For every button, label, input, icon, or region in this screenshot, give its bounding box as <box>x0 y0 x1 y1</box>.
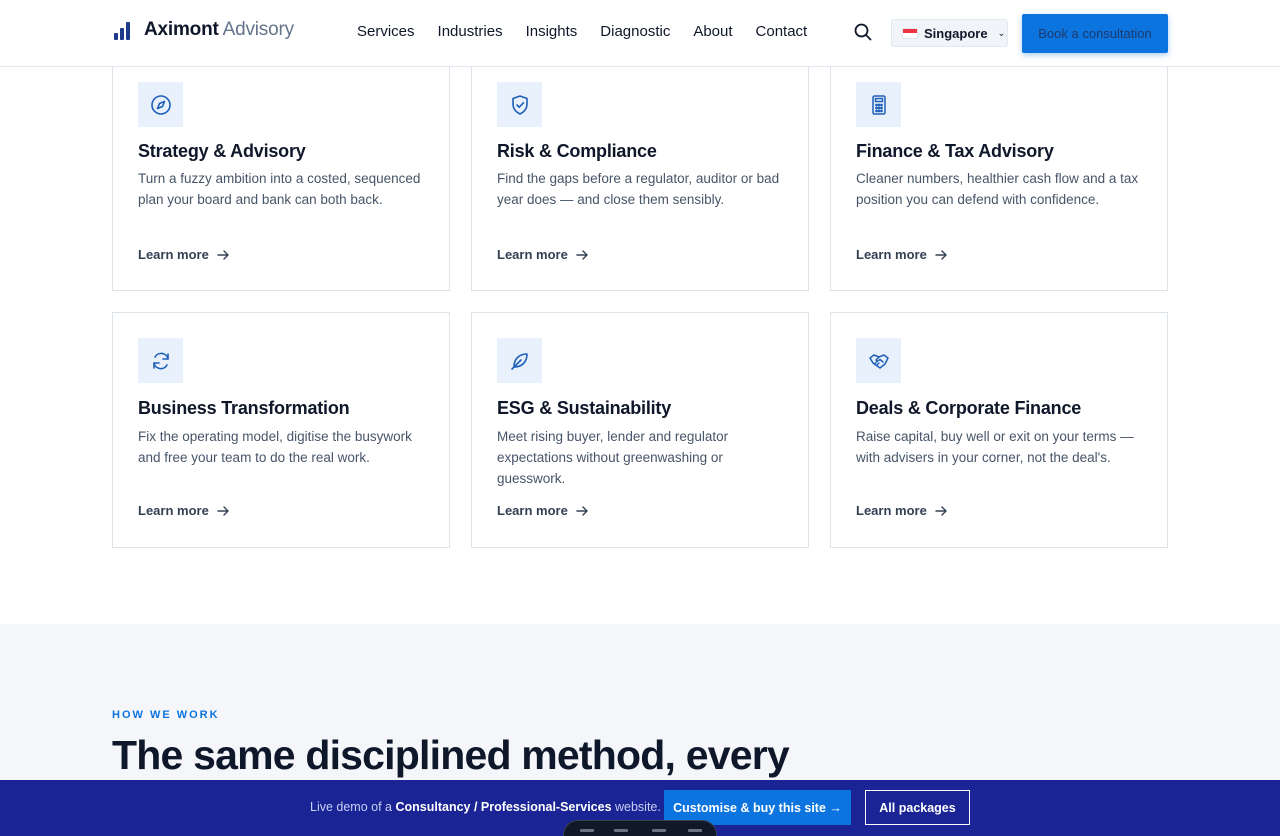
brand-light: Advisory <box>222 19 294 40</box>
learn-more-link[interactable]: Learn more <box>138 247 229 262</box>
learn-more-link[interactable]: Learn more <box>138 503 229 518</box>
section-heading: The same disciplined method, every <box>112 732 790 778</box>
service-card-strategy: Strategy & Advisory Turn a fuzzy ambitio… <box>112 56 450 291</box>
nav-diagnostic[interactable]: Diagnostic <box>600 23 670 40</box>
chevron-down-icon: ⌄ <box>997 27 1006 38</box>
compass-icon <box>138 82 183 127</box>
region-selector[interactable]: Singapore ⌄ <box>891 19 1008 47</box>
card-description: Cleaner numbers, healthier cash flow and… <box>856 171 1139 207</box>
banner-msg-suffix: website. <box>611 800 661 814</box>
card-description: Fix the operating model, digitise the bu… <box>138 429 412 465</box>
shield-check-icon <box>497 82 542 127</box>
calculator-icon <box>856 82 901 127</box>
service-card-finance: Finance & Tax Advisory Cleaner numbers, … <box>830 56 1168 291</box>
nav-contact[interactable]: Contact <box>756 23 808 40</box>
brand-logo[interactable]: Aximont Advisory <box>112 19 294 41</box>
service-card-deals: Deals & Corporate Finance Raise capital,… <box>830 312 1168 548</box>
learn-more-label: Learn more <box>497 247 568 262</box>
toolbar-item[interactable] <box>614 829 628 832</box>
handshake-icon <box>856 338 901 383</box>
search-icon <box>854 23 872 41</box>
card-description: Turn a fuzzy ambition into a costed, seq… <box>138 171 421 207</box>
leaf-icon <box>497 338 542 383</box>
arrow-right-icon <box>935 505 947 516</box>
card-title: Strategy & Advisory <box>138 141 306 161</box>
card-title: Risk & Compliance <box>497 141 657 161</box>
brand-strong: Aximont <box>144 19 219 40</box>
learn-more-label: Learn more <box>856 247 927 262</box>
card-description: Raise capital, buy well or exit on your … <box>856 429 1134 465</box>
nav-insights[interactable]: Insights <box>526 23 578 40</box>
card-title: Business Transformation <box>138 398 350 418</box>
nav-industries[interactable]: Industries <box>438 23 503 40</box>
section-eyebrow: HOW WE WORK <box>112 709 220 721</box>
book-consultation-button[interactable]: Book a consultation <box>1022 14 1168 53</box>
banner-message: Live demo of a Consultancy / Professiona… <box>310 800 661 814</box>
card-title: Deals & Corporate Finance <box>856 398 1082 418</box>
arrow-right-icon <box>576 505 588 516</box>
service-card-esg: ESG & Sustainability Meet rising buyer, … <box>471 312 809 548</box>
singapore-flag-icon <box>902 27 918 39</box>
brand-name: Aximont Advisory <box>144 19 294 41</box>
arrow-right-icon <box>217 249 229 260</box>
card-title: Finance & Tax Advisory <box>856 141 1054 161</box>
card-description: Meet rising buyer, lender and regulator … <box>497 429 729 486</box>
main-nav: Services Industries Insights Diagnostic … <box>357 23 807 40</box>
learn-more-link[interactable]: Learn more <box>497 247 588 262</box>
region-label: Singapore <box>924 25 988 41</box>
card-description: Find the gaps before a regulator, audito… <box>497 171 780 207</box>
nav-about[interactable]: About <box>693 23 732 40</box>
arrow-right-icon <box>576 249 588 260</box>
learn-more-label: Learn more <box>138 503 209 518</box>
arrow-right-icon <box>217 505 229 516</box>
arrow-right-icon <box>935 249 947 260</box>
search-button[interactable] <box>854 23 874 43</box>
floating-toolbar[interactable] <box>563 820 717 836</box>
learn-more-link[interactable]: Learn more <box>856 247 947 262</box>
refresh-icon <box>138 338 183 383</box>
learn-more-link[interactable]: Learn more <box>497 503 588 518</box>
toolbar-item[interactable] <box>580 829 594 832</box>
nav-services[interactable]: Services <box>357 23 415 40</box>
toolbar-item[interactable] <box>652 829 666 832</box>
learn-more-label: Learn more <box>497 503 568 518</box>
learn-more-link[interactable]: Learn more <box>856 503 947 518</box>
banner-msg-prefix: Live demo of a <box>310 800 396 814</box>
all-packages-button[interactable]: All packages <box>865 790 970 825</box>
banner-msg-strong: Consultancy / Professional-Services <box>395 800 612 814</box>
site-header: Aximont Advisory Services Industries Ins… <box>0 0 1280 67</box>
learn-more-label: Learn more <box>138 247 209 262</box>
bar-chart-icon <box>112 20 132 40</box>
service-card-transformation: Business Transformation Fix the operatin… <box>112 312 450 548</box>
learn-more-label: Learn more <box>856 503 927 518</box>
toolbar-item[interactable] <box>688 829 702 832</box>
service-card-risk: Risk & Compliance Find the gaps before a… <box>471 56 809 291</box>
card-title: ESG & Sustainability <box>497 398 672 418</box>
